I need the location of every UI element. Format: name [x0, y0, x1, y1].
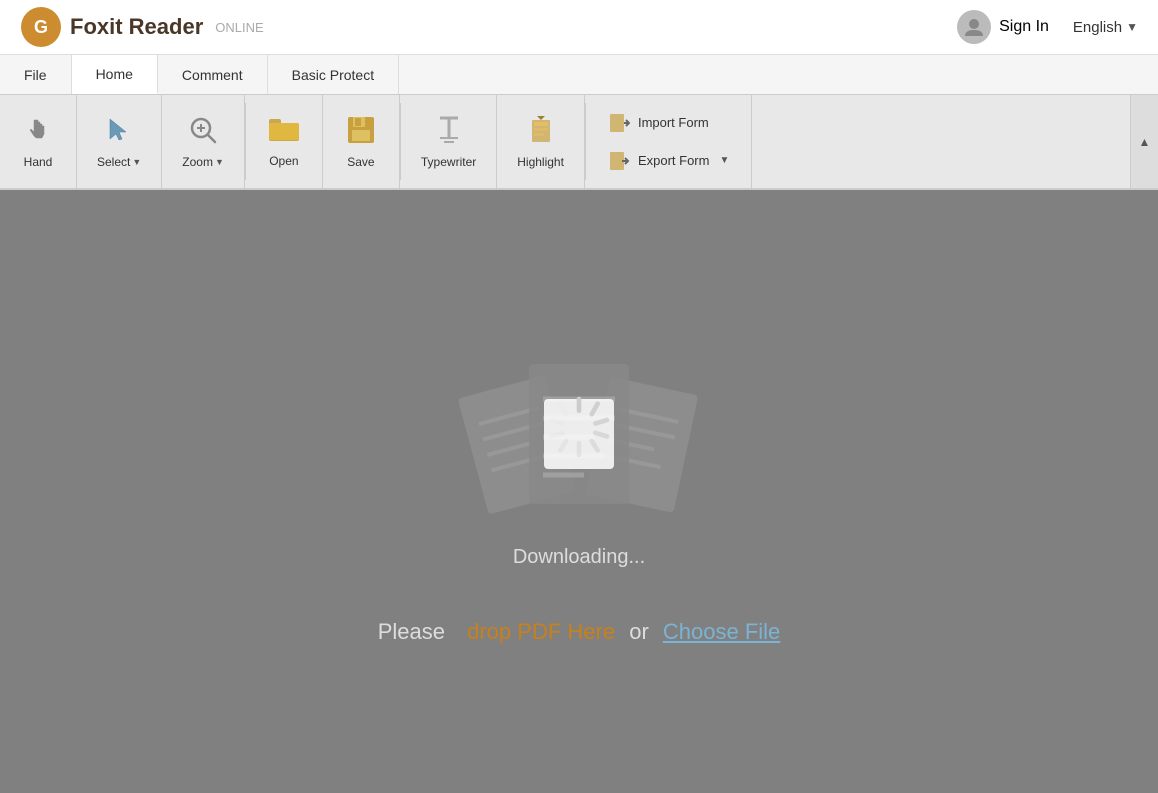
- export-form-button[interactable]: Export Form ▼: [602, 146, 735, 176]
- tab-bar: File Home Comment Basic Protect: [0, 55, 1158, 95]
- hand-tool-group: Hand: [0, 95, 77, 188]
- spinner-wrapper: [544, 392, 614, 467]
- typewriter-icon: [432, 114, 466, 151]
- typewriter-label: Typewriter: [421, 155, 476, 169]
- tab-file[interactable]: File: [0, 55, 72, 94]
- zoom-label-row: Zoom ▼: [182, 155, 224, 169]
- open-icon: [267, 115, 301, 150]
- save-label: Save: [347, 155, 374, 169]
- sign-in-label: Sign In: [999, 18, 1049, 36]
- save-icon: [345, 114, 377, 151]
- select-tool[interactable]: Select ▼: [85, 108, 153, 175]
- typewriter-tool[interactable]: Typewriter: [409, 108, 488, 175]
- tab-home[interactable]: Home: [72, 55, 158, 94]
- select-icon: [103, 114, 135, 151]
- language-selector[interactable]: English ▼: [1073, 19, 1138, 36]
- highlight-icon: [524, 114, 558, 151]
- select-tool-group: Select ▼: [77, 95, 162, 188]
- zoom-tool-group: Zoom ▼: [162, 95, 245, 188]
- document-icons-wrapper: [439, 334, 719, 534]
- import-form-icon: [608, 112, 630, 134]
- highlight-label: Highlight: [517, 155, 564, 169]
- avatar-icon: [957, 10, 991, 44]
- loading-spinner: [544, 392, 614, 462]
- form-buttons-group: Import Form Export Form ▼: [586, 95, 752, 188]
- drop-pdf-link[interactable]: drop PDF Here: [467, 619, 615, 644]
- open-tool[interactable]: Open: [254, 109, 314, 174]
- language-label: English: [1073, 19, 1122, 36]
- open-tool-group: Open: [246, 95, 323, 188]
- scroll-up-icon: ▲: [1139, 135, 1151, 149]
- tab-comment[interactable]: Comment: [158, 55, 268, 94]
- chevron-down-icon: ▼: [1126, 20, 1138, 34]
- logo-suffix-text: ONLINE: [215, 20, 263, 35]
- header-right: Sign In English ▼: [957, 10, 1138, 44]
- export-form-dropdown-arrow: ▼: [719, 155, 729, 166]
- select-label-row: Select ▼: [97, 155, 141, 169]
- hand-icon: [22, 114, 54, 151]
- save-tool[interactable]: Save: [331, 108, 391, 175]
- zoom-label: Zoom: [182, 155, 213, 169]
- main-content-area: Downloading... Please drop PDF Here or C…: [0, 190, 1158, 788]
- drop-zone-area: Please drop PDF Here or Choose File: [378, 619, 781, 645]
- hand-label: Hand: [24, 155, 53, 169]
- drop-text-middle: or: [629, 619, 649, 644]
- app-header: G Foxit Reader ONLINE Sign In English ▼: [0, 0, 1158, 55]
- export-form-icon: [608, 150, 630, 172]
- save-tool-group: Save: [323, 95, 400, 188]
- hand-tool[interactable]: Hand: [8, 108, 68, 175]
- select-label: Select: [97, 155, 130, 169]
- downloading-text: Downloading...: [513, 546, 645, 569]
- zoom-tool[interactable]: Zoom ▼: [170, 108, 236, 175]
- toolbar: Hand Select ▼: [0, 95, 1158, 190]
- foxit-logo-icon: G: [20, 6, 62, 48]
- choose-file-link[interactable]: Choose File: [663, 619, 780, 644]
- zoom-dropdown-arrow: ▼: [215, 157, 224, 167]
- logo-area: G Foxit Reader ONLINE: [20, 6, 264, 48]
- export-form-label: Export Form: [638, 153, 710, 168]
- import-form-label: Import Form: [638, 115, 709, 130]
- drop-text-before: Please: [378, 619, 445, 644]
- select-dropdown-arrow: ▼: [132, 157, 141, 167]
- highlight-tool[interactable]: Highlight: [505, 108, 576, 175]
- open-label: Open: [269, 154, 298, 168]
- import-form-button[interactable]: Import Form: [602, 108, 735, 138]
- zoom-icon: [187, 114, 219, 151]
- loading-area: Downloading...: [439, 334, 719, 569]
- highlight-tool-group: Highlight: [497, 95, 585, 188]
- logo-main-text: Foxit Reader: [70, 14, 203, 40]
- tab-basic-protect[interactable]: Basic Protect: [268, 55, 399, 94]
- sign-in-button[interactable]: Sign In: [957, 10, 1049, 44]
- svg-text:G: G: [34, 17, 48, 37]
- toolbar-scroll-up-button[interactable]: ▲: [1130, 95, 1158, 188]
- typewriter-tool-group: Typewriter: [401, 95, 497, 188]
